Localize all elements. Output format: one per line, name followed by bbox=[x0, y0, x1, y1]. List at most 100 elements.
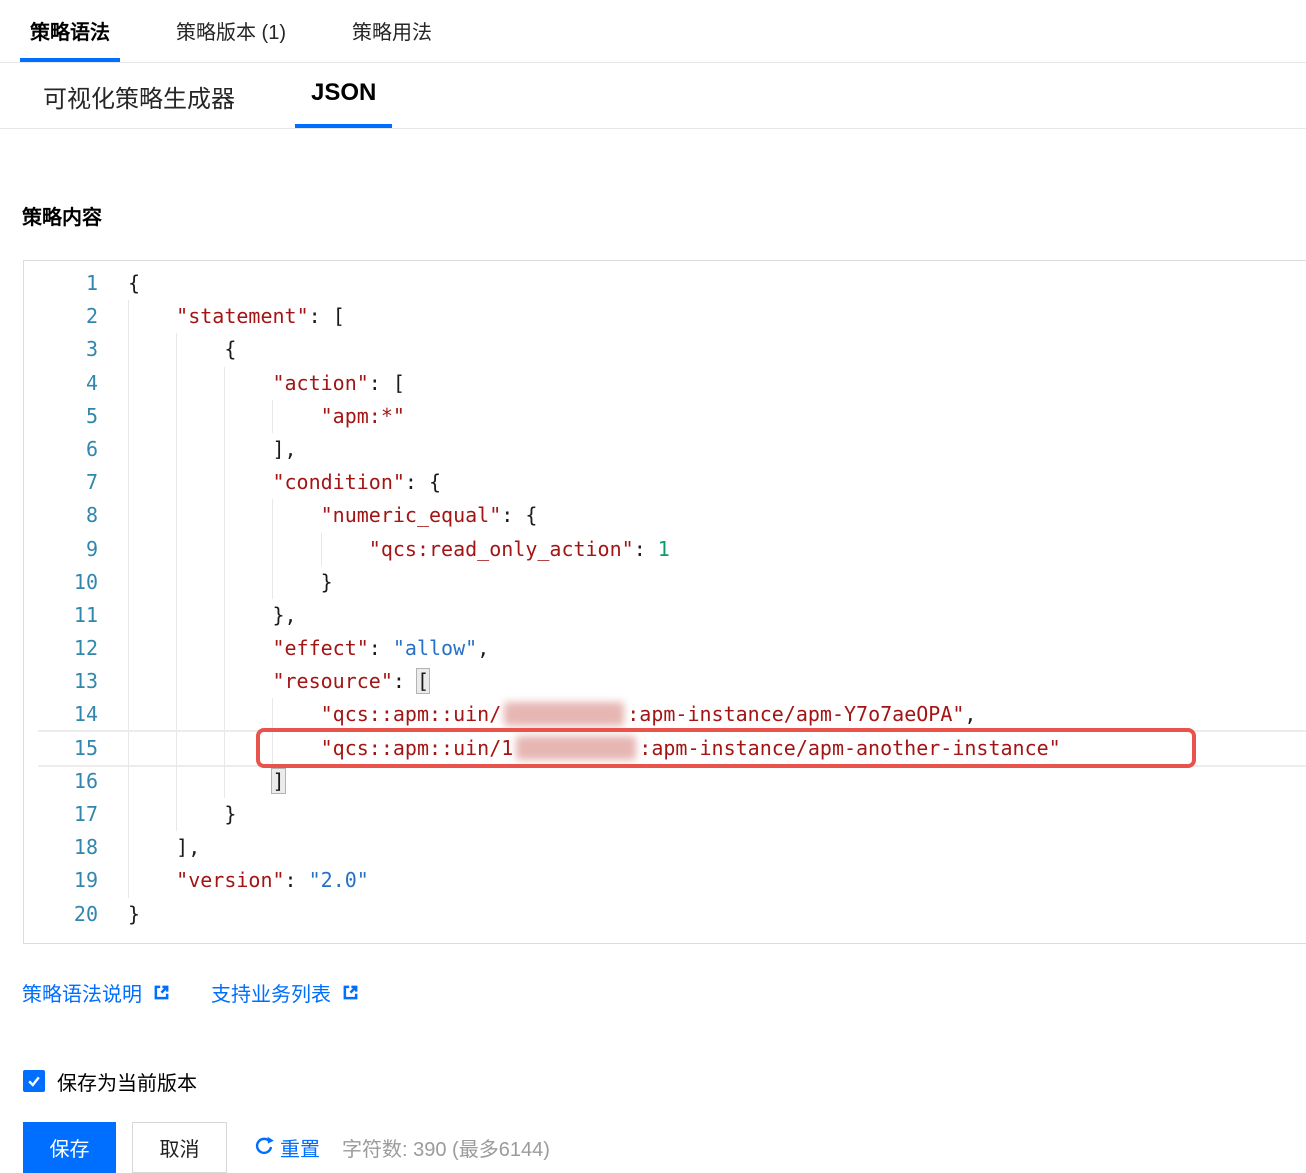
code-token: : bbox=[284, 868, 309, 893]
save-button[interactable]: 保存 bbox=[23, 1121, 116, 1173]
char-count: 字符数: 390 (最多6144) bbox=[342, 1138, 550, 1161]
code-token: : [ bbox=[308, 304, 345, 329]
save-version-checkbox[interactable] bbox=[23, 1070, 45, 1093]
indent-guide bbox=[224, 499, 272, 533]
code-text: "numeric_equal": { bbox=[128, 499, 1306, 533]
line-number: 14 bbox=[73, 702, 98, 727]
code-line[interactable]: 6], bbox=[24, 432, 1306, 467]
code-token: }, bbox=[272, 602, 297, 627]
code-token: : [ bbox=[368, 370, 405, 395]
code-token: "effect" bbox=[272, 636, 369, 661]
code-text: "action": [ bbox=[128, 366, 1306, 400]
check-icon bbox=[28, 1076, 40, 1088]
code-line[interactable]: 20} bbox=[24, 898, 1306, 931]
indent-guide bbox=[128, 864, 176, 898]
indent-guide bbox=[128, 532, 176, 566]
indent-guide bbox=[320, 532, 369, 566]
line-number: 9 bbox=[85, 536, 98, 561]
indent-guide bbox=[176, 466, 224, 500]
code-token: { bbox=[128, 271, 141, 295]
code-text: "effect": "allow", bbox=[128, 632, 1306, 666]
indent-guide bbox=[128, 300, 176, 334]
indent-guide bbox=[224, 565, 272, 599]
indent-guide bbox=[176, 499, 224, 533]
code-line[interactable]: 9 "qcs:read_only_action": 1 bbox=[24, 532, 1306, 566]
indent-guide bbox=[272, 399, 320, 433]
code-line[interactable]: 15 "qcs::apm::uin/1:apm-instance/apm-anot… bbox=[24, 728, 1306, 769]
code-token: "resource" bbox=[272, 669, 393, 694]
redacted-account-id bbox=[504, 702, 625, 727]
tab-policy-versions[interactable]: 策略版本 (1) bbox=[166, 0, 296, 62]
indent-guide bbox=[272, 499, 320, 533]
line-number: 4 bbox=[85, 370, 98, 395]
code-token: "qcs:read_only_action" bbox=[368, 536, 634, 561]
indent-guide bbox=[128, 665, 176, 699]
line-number: 7 bbox=[85, 470, 98, 495]
code-token: "2.0" bbox=[308, 868, 369, 893]
code-line[interactable]: 19 "version": "2.0" bbox=[24, 864, 1306, 898]
code-text: } bbox=[128, 898, 1306, 931]
code-token: ], bbox=[176, 835, 201, 860]
reset-button[interactable]: 重置 bbox=[253, 1133, 320, 1162]
code-line[interactable]: 14 "qcs::apm::uin/:apm-instance/apm-Y7o7a… bbox=[24, 698, 1306, 732]
indent-guide bbox=[224, 731, 272, 765]
code-line[interactable]: 17} bbox=[24, 798, 1306, 832]
line-number: 16 bbox=[73, 768, 98, 793]
code-token: : bbox=[633, 536, 658, 561]
code-line[interactable]: 16] bbox=[24, 764, 1306, 798]
indent-guide bbox=[128, 366, 176, 400]
code-token: :apm-instance/apm-another-instance" bbox=[639, 735, 1061, 760]
code-token: : { bbox=[501, 503, 538, 528]
code-line[interactable]: 1{ bbox=[24, 267, 1306, 300]
code-text: ] bbox=[128, 764, 1306, 798]
tab-policy-usage[interactable]: 策略用法 bbox=[342, 0, 442, 62]
supported-services-link[interactable]: 支持业务列表 bbox=[211, 978, 360, 1007]
indent-guide bbox=[176, 432, 224, 467]
indent-guide bbox=[128, 432, 176, 467]
code-line[interactable]: 18], bbox=[24, 831, 1306, 865]
indent-guide bbox=[224, 632, 272, 666]
code-line[interactable]: 11}, bbox=[24, 598, 1306, 633]
code-text: "qcs::apm::uin/1:apm-instance/apm-anothe… bbox=[128, 731, 1306, 765]
line-number: 6 bbox=[85, 436, 98, 461]
indent-guide bbox=[272, 698, 320, 732]
code-line[interactable]: 10} bbox=[24, 565, 1306, 599]
line-number: 11 bbox=[73, 602, 98, 627]
line-number: 2 bbox=[85, 304, 98, 329]
cancel-button[interactable]: 取消 bbox=[132, 1121, 227, 1173]
indent-guide bbox=[176, 731, 224, 765]
policy-syntax-doc-link[interactable]: 策略语法说明 bbox=[22, 978, 171, 1007]
code-token: :apm-instance/apm-Y7o7aeOPA" bbox=[627, 702, 965, 727]
code-line[interactable]: 4 "action": [ bbox=[24, 366, 1306, 400]
code-text: "qcs:read_only_action": 1 bbox=[128, 532, 1306, 566]
indent-guide bbox=[176, 665, 224, 699]
code-line[interactable]: 13 "resource": [ bbox=[24, 665, 1306, 699]
tab-visual-policy-builder[interactable]: 可视化策略生成器 bbox=[27, 63, 251, 128]
code-token: } bbox=[224, 802, 237, 826]
code-line[interactable]: 3{ bbox=[24, 333, 1306, 367]
code-line[interactable]: 12 "effect": "allow", bbox=[24, 632, 1306, 666]
code-line[interactable]: 2 "statement": [ bbox=[24, 300, 1306, 334]
primary-tab-bar: 策略语法 策略版本 (1) 策略用法 bbox=[0, 0, 1306, 63]
code-token: [ bbox=[415, 668, 431, 695]
indent-guide bbox=[176, 698, 224, 732]
indent-guide bbox=[176, 632, 224, 666]
indent-guide bbox=[128, 831, 176, 865]
code-token: } bbox=[320, 569, 333, 594]
indent-guide bbox=[176, 798, 224, 832]
indent-guide bbox=[272, 731, 320, 765]
tab-policy-syntax[interactable]: 策略语法 bbox=[20, 0, 120, 62]
code-text: "version": "2.0" bbox=[128, 864, 1306, 898]
code-token: , bbox=[477, 636, 490, 661]
indent-guide bbox=[224, 432, 272, 467]
policy-json-editor[interactable]: 1{2 "statement": [3{4 "action": [5 "apm:*" 6… bbox=[23, 260, 1306, 944]
code-token: , bbox=[964, 702, 977, 727]
code-line[interactable]: 7 "condition": { bbox=[24, 466, 1306, 500]
code-line[interactable]: 8 "numeric_equal": { bbox=[24, 499, 1306, 533]
code-line[interactable]: 5 "apm:*" bbox=[24, 399, 1306, 433]
supported-services-link-label: 支持业务列表 bbox=[211, 983, 331, 1006]
external-link-icon bbox=[154, 985, 169, 1000]
code-token: { bbox=[224, 337, 237, 362]
indent-guide bbox=[128, 698, 176, 732]
tab-json[interactable]: JSON bbox=[295, 63, 393, 128]
